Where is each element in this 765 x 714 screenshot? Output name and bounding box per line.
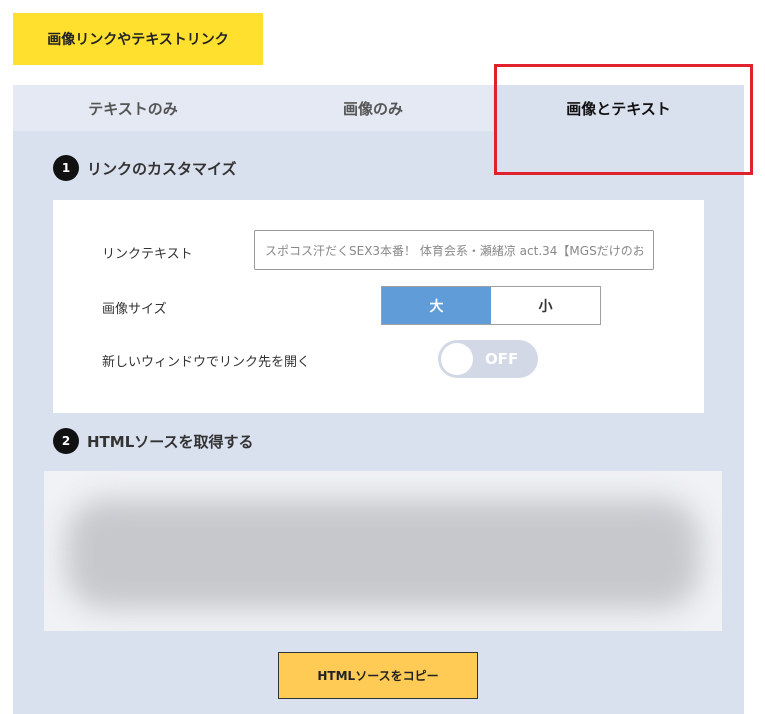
- toggle-state-text: OFF: [485, 350, 519, 368]
- settings-card: リンクテキスト 画像サイズ 大 小 新しいウィンドウでリンク先を開く OFF: [53, 200, 704, 413]
- page: 画像リンクやテキストリンク テキストのみ 画像のみ 画像とテキスト 1 リンクの…: [0, 0, 765, 714]
- link-builder-panel: テキストのみ 画像のみ 画像とテキスト 1 リンクのカスタマイズ リンクテキスト…: [13, 85, 744, 714]
- section-html-source-heading: 2 HTMLソースを取得する: [53, 428, 254, 454]
- image-size-large-button[interactable]: 大: [382, 287, 491, 324]
- section-customize-title: リンクのカスタマイズ: [87, 159, 237, 178]
- tab-image-only[interactable]: 画像のみ: [253, 85, 493, 131]
- toggle-knob: [441, 343, 473, 375]
- tab-text-only-label: テキストのみ: [88, 99, 178, 118]
- page-title-badge: 画像リンクやテキストリンク: [13, 13, 263, 65]
- new-window-label: 新しいウィンドウでリンク先を開く: [102, 355, 311, 370]
- link-text-input[interactable]: [254, 230, 654, 270]
- new-window-toggle[interactable]: OFF: [438, 340, 538, 378]
- tab-text-only[interactable]: テキストのみ: [13, 85, 253, 131]
- link-text-label: リンクテキスト: [102, 247, 193, 262]
- page-title: 画像リンクやテキストリンク: [47, 32, 229, 48]
- html-source-textarea[interactable]: [44, 471, 722, 631]
- copy-html-button-label: HTMLソースをコピー: [317, 669, 439, 683]
- blurred-source-content: [66, 499, 700, 609]
- link-type-tabs: テキストのみ 画像のみ 画像とテキスト: [13, 85, 744, 131]
- step-number-1: 1: [53, 155, 79, 181]
- image-size-label: 画像サイズ: [102, 302, 167, 317]
- section-customize-heading: 1 リンクのカスタマイズ: [53, 155, 237, 181]
- step-number-2: 2: [53, 428, 79, 454]
- tab-image-and-text-label: 画像とテキスト: [566, 99, 671, 118]
- tab-image-and-text[interactable]: 画像とテキスト: [493, 85, 744, 131]
- image-size-small-button[interactable]: 小: [491, 287, 600, 324]
- tab-image-only-label: 画像のみ: [342, 99, 403, 118]
- section-html-source-title: HTMLソースを取得する: [87, 432, 254, 451]
- copy-html-button[interactable]: HTMLソースをコピー: [278, 652, 478, 699]
- image-size-toggle: 大 小: [381, 286, 601, 325]
